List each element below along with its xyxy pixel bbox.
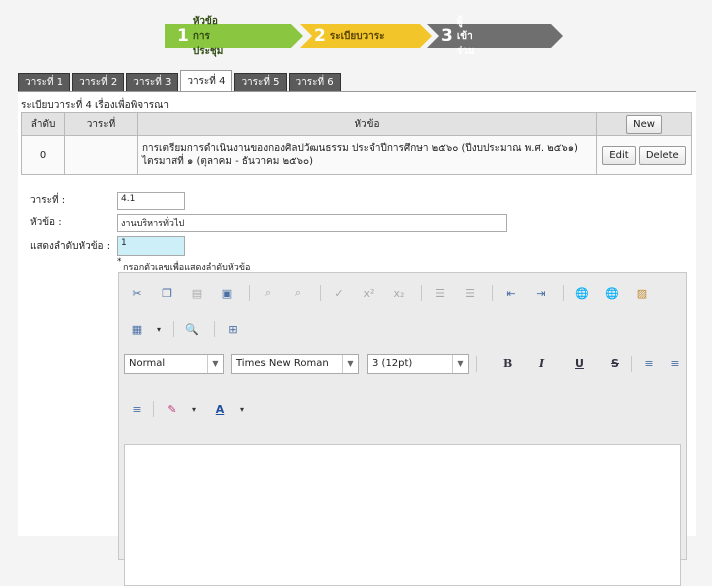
ordered-list-icon[interactable]: ☰ <box>432 285 448 301</box>
font-size-select[interactable]: 3 (12pt) ▼ <box>367 354 469 374</box>
section-caption: ระเบียบวาระที่ 4 เรื่องเพื่อพิจารณา <box>21 100 170 111</box>
chevron-down-icon[interactable]: ▾ <box>151 321 167 337</box>
toolbar-separator <box>421 285 422 301</box>
superscript-icon[interactable]: x² <box>361 285 377 301</box>
agenda-number-input[interactable]: 4.1 <box>117 192 185 210</box>
tab-agenda-1[interactable]: วาระที่ 1 <box>18 73 71 92</box>
paste-text-icon[interactable]: ▣ <box>219 285 235 301</box>
toolbar-separator <box>153 401 154 417</box>
delete-button[interactable]: Delete <box>638 145 686 165</box>
align-center-icon[interactable]: ≡ <box>667 355 683 371</box>
font-color-icon[interactable]: A <box>212 401 228 417</box>
indent-icon[interactable]: ⇥ <box>533 285 549 301</box>
wizard-step-2[interactable]: 2 ระเบียบวาระ <box>300 24 432 48</box>
chevron-down-icon: ▼ <box>342 355 358 373</box>
toolbar-separator <box>320 285 321 301</box>
font-family-select[interactable]: Times New Roman ▼ <box>231 354 359 374</box>
align-left-icon[interactable]: ≡ <box>641 355 657 371</box>
editor-toolbar-row-2: ▦ ▾ 🔍 ⊞ <box>129 321 255 337</box>
header-agenda: วาระที่ <box>64 112 138 136</box>
row-actions: Edit Delete <box>596 135 692 175</box>
underline-button[interactable]: U <box>575 357 584 370</box>
chevron-down-icon[interactable]: ▾ <box>186 401 202 417</box>
table-header-row: ลำดับ วาระที่ หัวข้อ New <box>21 112 692 136</box>
agenda-number-label: วาระที่ : <box>30 195 66 206</box>
outdent-icon[interactable]: ⇤ <box>503 285 519 301</box>
highlight-color-icon[interactable]: ✎ <box>164 401 180 417</box>
editor-content-area[interactable] <box>124 444 681 586</box>
row-agenda <box>64 135 138 175</box>
select-all-icon[interactable]: ⊞ <box>225 321 241 337</box>
wizard-step-1[interactable]: 1 หัวข้อการประชุม <box>165 16 303 57</box>
order-label: แสดงลำดับหัวข้อ : <box>30 241 111 252</box>
replace-icon[interactable]: ⌕ <box>290 285 306 301</box>
table-row: 0 การเตรียมการดำเนินงานของกองศิลปวัฒนธรร… <box>21 135 692 175</box>
tab-agenda-6[interactable]: วาระที่ 6 <box>288 73 341 92</box>
topic-label: หัวข้อ : <box>30 217 62 228</box>
editor-toolbar-row-4: ≡ ✎ ▾ A ▾ <box>129 401 264 417</box>
bold-button[interactable]: B <box>503 357 512 370</box>
tab-agenda-2[interactable]: วาระที่ 2 <box>72 73 125 92</box>
paste-icon[interactable]: ▤ <box>189 285 205 301</box>
wizard-step-3[interactable]: 3 ผู้เข้าร่วม <box>427 16 563 57</box>
find-icon[interactable]: ⌕ <box>260 285 276 301</box>
header-topic: หัวข้อ <box>137 112 597 136</box>
font-family-value: Times New Roman <box>236 358 329 369</box>
tab-agenda-3[interactable]: วาระที่ 3 <box>126 73 179 92</box>
agenda-panel: ระเบียบวาระที่ 4 เรื่องเพื่อพิจารณา ลำดั… <box>18 91 696 586</box>
step-3-number: 3 <box>441 26 453 46</box>
format-select[interactable]: Normal ▼ <box>124 354 224 374</box>
toolbar-separator <box>214 321 215 337</box>
tab-agenda-5[interactable]: วาระที่ 5 <box>234 73 287 92</box>
step-2-number: 2 <box>314 26 326 46</box>
agenda-table: ลำดับ วาระที่ หัวข้อ New 0 การเตรียมการด… <box>21 112 692 175</box>
unordered-list-icon[interactable]: ☰ <box>462 285 478 301</box>
display-order-input[interactable]: 1 <box>117 236 185 256</box>
step-1-label: หัวข้อการประชุม <box>192 15 224 57</box>
chevron-down-icon: ▼ <box>452 355 468 373</box>
edit-button[interactable]: Edit <box>602 145 636 165</box>
unlink-icon[interactable]: 🌐 <box>604 285 620 301</box>
required-mark: * <box>117 257 122 267</box>
italic-button[interactable]: I <box>539 357 544 370</box>
chevron-down-icon[interactable]: ▾ <box>234 401 250 417</box>
step-1-number: 1 <box>177 26 189 46</box>
chevron-down-icon: ▼ <box>207 355 223 373</box>
toolbar-separator <box>249 285 250 301</box>
new-button[interactable]: New <box>626 114 662 134</box>
font-size-value: 3 (12pt) <box>372 358 413 369</box>
row-order: 0 <box>21 135 65 175</box>
toolbar-separator <box>476 356 477 372</box>
preview-icon[interactable]: 🔍 <box>184 321 200 337</box>
editor-toolbar-row-1: ✂ ❐ ▤ ▣ ⌕ ⌕ ✓ x² x₂ ☰ ☰ ⇤ ⇥ 🌐 🌐 ▨ <box>129 285 664 301</box>
link-icon[interactable]: 🌐 <box>574 285 590 301</box>
spellcheck-icon[interactable]: ✓ <box>331 285 347 301</box>
strikethrough-button[interactable]: S <box>611 357 619 370</box>
agenda-tabs: วาระที่ 1 วาระที่ 2 วาระที่ 3 วาระที่ 4 … <box>18 70 343 92</box>
table-icon[interactable]: ▦ <box>129 321 145 337</box>
image-icon[interactable]: ▨ <box>634 285 650 301</box>
rich-text-editor: ✂ ❐ ▤ ▣ ⌕ ⌕ ✓ x² x₂ ☰ ☰ ⇤ ⇥ 🌐 🌐 ▨ ▦ ▾ 🔍 … <box>118 272 687 586</box>
topic-input[interactable]: งานบริหารทั่วไป <box>117 214 507 232</box>
row-topic: การเตรียมการดำเนินงานของกองศิลปวัฒนธรรม … <box>137 135 597 175</box>
toolbar-separator <box>563 285 564 301</box>
header-actions: New <box>596 112 692 136</box>
copy-icon[interactable]: ❐ <box>159 285 175 301</box>
header-order: ลำดับ <box>21 112 65 136</box>
subscript-icon[interactable]: x₂ <box>391 285 407 301</box>
toolbar-separator <box>173 321 174 337</box>
align-right-icon[interactable]: ≡ <box>129 401 145 417</box>
cut-icon[interactable]: ✂ <box>129 285 145 301</box>
toolbar-separator <box>492 285 493 301</box>
tab-agenda-4[interactable]: วาระที่ 4 <box>180 70 233 92</box>
format-select-value: Normal <box>129 358 166 369</box>
step-2-label: ระเบียบวาระ <box>329 30 385 42</box>
toolbar-separator <box>631 356 632 372</box>
step-3-label: ผู้เข้าร่วม <box>456 15 475 57</box>
